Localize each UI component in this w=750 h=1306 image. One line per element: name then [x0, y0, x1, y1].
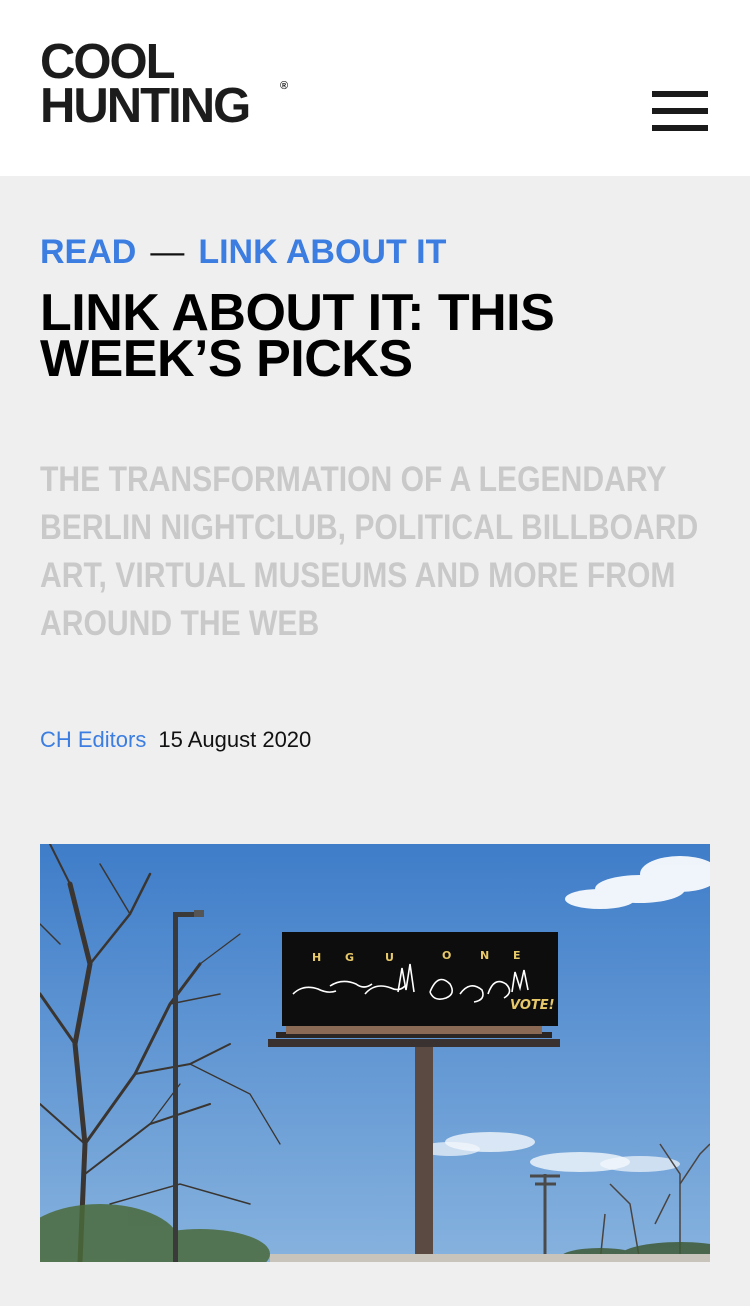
- billboard-letter-h: H: [312, 951, 321, 964]
- billboard-letter-e: E: [513, 949, 521, 962]
- author-link[interactable]: CH Editors: [40, 727, 146, 752]
- building-roof: [270, 1254, 710, 1262]
- hero-image[interactable]: H G U O N E VOTE!: [40, 844, 710, 1262]
- hamburger-menu-icon[interactable]: [650, 88, 710, 134]
- menu-bar-bottom: [652, 125, 708, 131]
- publish-date: 15 August 2020: [158, 727, 312, 752]
- billboard-vote-text: VOTE!: [510, 998, 555, 1013]
- logo-line-2: HUNTING: [40, 79, 251, 133]
- billboard-letter-o: O: [442, 949, 451, 962]
- breadcrumb-separator: —: [150, 233, 185, 271]
- menu-bar-middle: [652, 108, 708, 114]
- billboard-letter-u: U: [385, 951, 394, 964]
- billboard: H G U O N E VOTE!: [282, 932, 558, 1026]
- menu-bar-top: [652, 91, 708, 97]
- billboard-photo: H G U O N E VOTE!: [40, 844, 710, 1262]
- billboard-letter-g: G: [345, 951, 354, 964]
- breadcrumb: READ — LINK ABOUT IT: [40, 232, 446, 272]
- breadcrumb-category-link[interactable]: LINK ABOUT IT: [198, 233, 446, 271]
- article-byline: CH Editors 15 August 2020: [40, 727, 311, 753]
- breadcrumb-section-link[interactable]: READ: [40, 233, 136, 271]
- article-title: LINK ABOUT IT: THIS WEEK’S PICKS: [40, 284, 555, 388]
- registered-mark: ®: [280, 80, 289, 92]
- site-header: COOL HUNTING ®: [0, 0, 750, 176]
- site-logo[interactable]: COOL HUNTING ®: [40, 35, 300, 135]
- billboard-letter-n: N: [480, 949, 489, 962]
- logo-line-1: COOL: [40, 35, 176, 89]
- article-subtitle: THE TRANSFORMATION OF A LEGENDARY BERLIN…: [40, 460, 699, 643]
